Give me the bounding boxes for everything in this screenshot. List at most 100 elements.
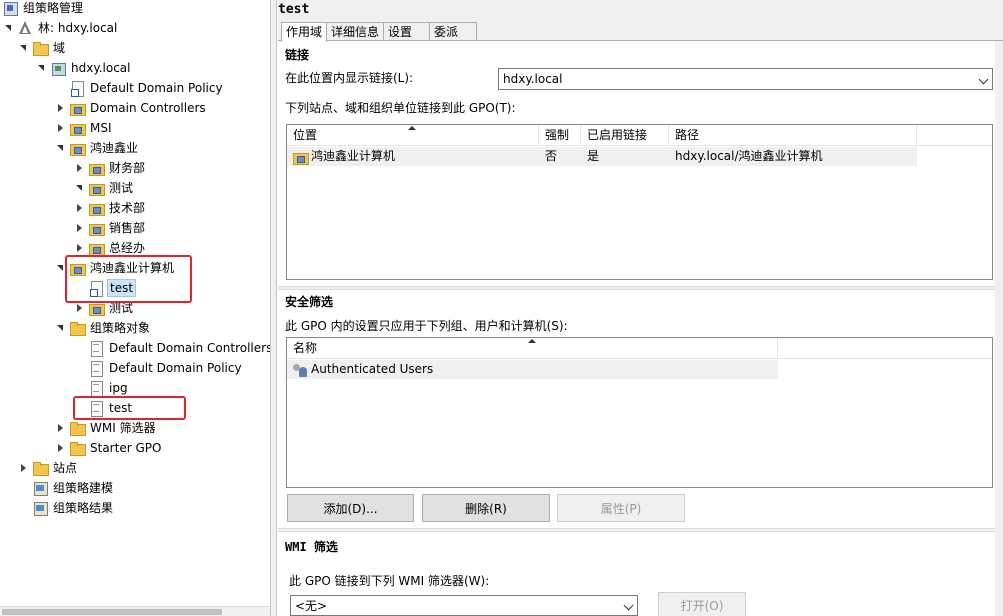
col-header-location[interactable]: 位置	[287, 125, 539, 146]
scope-tab-content: 链接 在此位置内显示链接(L): hdxy.local 下列站点、域和组织单位链…	[278, 40, 1003, 616]
tree-item-test-link[interactable]: test	[73, 278, 137, 298]
links-list-label: 下列站点、域和组织单位链接到此 GPO(T):	[285, 101, 516, 115]
console-tree[interactable]: 组策略管理 林: hdxy.local 域 hdxy.local Default…	[0, 0, 270, 616]
users-group-icon	[292, 362, 308, 378]
ou-icon	[88, 220, 105, 236]
collapse-toggle[interactable]	[73, 162, 85, 174]
tree-item-domain-hdxy[interactable]: hdxy.local	[35, 58, 133, 78]
tree-item-domain-controllers[interactable]: Domain Controllers	[54, 98, 208, 118]
collapse-toggle[interactable]	[73, 242, 85, 254]
details-pane: test 作用域 详细信息 设置 委派 链接 在此位置内显示链接(L): hdx…	[278, 0, 1003, 616]
expand-toggle[interactable]	[17, 42, 29, 54]
expand-toggle[interactable]	[73, 182, 85, 194]
tab-settings[interactable]: 设置	[383, 22, 431, 41]
tree-item-gpo-ipg[interactable]: ipg	[73, 378, 130, 398]
ou-icon	[292, 149, 309, 165]
tree-item-finance[interactable]: 财务部	[73, 158, 147, 178]
gpo-icon	[88, 400, 104, 417]
tab-details[interactable]: 详细信息	[326, 22, 385, 41]
table-row[interactable]: 鸿迪鑫业计算机 否 是 hdxy.local/鸿迪鑫业计算机	[287, 147, 917, 166]
tree-item-gpo-default-domain[interactable]: Default Domain Policy	[73, 358, 244, 378]
wmi-filter-value: <无>	[295, 599, 328, 613]
ou-icon	[69, 100, 86, 116]
tree-item-test-ou-sub[interactable]: 测试	[73, 178, 135, 198]
col-header-name[interactable]: 名称	[287, 338, 778, 359]
properties-button[interactable]: 属性(P)	[557, 494, 685, 522]
tree-item-gpo-default-dc[interactable]: Default Domain Controllers	[73, 338, 270, 358]
expand-toggle[interactable]	[35, 62, 47, 74]
folder-icon	[69, 420, 86, 436]
collapse-toggle[interactable]	[54, 122, 66, 134]
ou-icon	[69, 120, 86, 136]
row-link-enabled: 是	[587, 149, 600, 163]
tree-item-gpo-test[interactable]: test	[73, 398, 134, 418]
links-heading: 链接	[285, 48, 310, 62]
col-header-link-enabled[interactable]: 已启用链接	[581, 125, 669, 146]
tree-item-domains[interactable]: 域	[17, 38, 67, 58]
row-path: hdxy.local/鸿迪鑫业计算机	[675, 149, 823, 163]
results-icon	[32, 500, 48, 516]
table-row[interactable]: Authenticated Users	[287, 360, 778, 379]
wmi-filter-dropdown[interactable]: <无>	[290, 595, 638, 616]
expand-toggle[interactable]	[2, 22, 14, 34]
wmi-filtering-description: 此 GPO 链接到下列 WMI 筛选器(W):	[289, 574, 490, 588]
tree-item-gp-results[interactable]: 组策略结果	[17, 498, 115, 518]
domain-icon	[50, 60, 66, 76]
tree-item-starter-gpo[interactable]: Starter GPO	[54, 438, 163, 458]
tree-item-gm-office[interactable]: 总经办	[73, 238, 147, 258]
collapse-toggle[interactable]	[17, 462, 29, 474]
scrollbar-thumb[interactable]	[2, 609, 222, 615]
gpo-folder-icon	[69, 320, 86, 336]
location-dropdown[interactable]: hdxy.local	[498, 68, 993, 90]
tree-horizontal-scrollbar[interactable]	[0, 606, 270, 616]
ou-icon	[69, 260, 86, 276]
tab-delegation[interactable]: 委派	[429, 22, 478, 41]
tree-item-msi[interactable]: MSI	[54, 118, 114, 138]
wmi-filtering-heading: WMI 筛选	[285, 540, 338, 554]
tree-item-gp-modeling[interactable]: 组策略建模	[17, 478, 115, 498]
collapse-toggle[interactable]	[54, 102, 66, 114]
tree-item-default-domain-policy-link[interactable]: Default Domain Policy	[54, 78, 225, 98]
col-header-enforced[interactable]: 强制	[539, 125, 581, 146]
tree-item-hdxy-computers[interactable]: 鸿迪鑫业计算机	[54, 258, 176, 278]
open-button[interactable]: 打开(O)	[658, 592, 746, 616]
col-header-path[interactable]: 路径	[669, 125, 917, 146]
tree-item-forest[interactable]: 林: hdxy.local	[2, 18, 119, 38]
tree-item-hdxy-ou[interactable]: 鸿迪鑫业	[54, 138, 140, 158]
tree-item-test-ou[interactable]: 测试	[73, 298, 135, 318]
add-button[interactable]: 添加(D)...	[287, 494, 414, 522]
gpm-icon	[2, 0, 18, 16]
ou-icon	[88, 180, 105, 196]
tree-item-gpo-container[interactable]: 组策略对象	[54, 318, 152, 338]
collapse-toggle[interactable]	[73, 202, 85, 214]
gpo-title: test	[278, 2, 310, 17]
tree-item-tech[interactable]: 技术部	[73, 198, 147, 218]
links-list[interactable]: 位置 强制 已启用链接 路径 鸿迪鑫业计算机 否 是 hdxy.local/鸿迪…	[286, 124, 993, 280]
expand-toggle[interactable]	[54, 142, 66, 154]
sites-icon	[32, 460, 49, 476]
expand-toggle[interactable]	[54, 322, 66, 334]
gpo-link-icon	[69, 80, 85, 97]
security-filtering-heading: 安全筛选	[285, 295, 334, 309]
security-filtering-description: 此 GPO 内的设置只应用于下列组、用户和计算机(S):	[285, 319, 568, 333]
location-label: 在此位置内显示链接(L):	[285, 71, 414, 85]
modeling-icon	[32, 480, 48, 496]
sort-ascending-icon	[528, 339, 536, 343]
domains-folder-icon	[32, 40, 49, 56]
collapse-toggle[interactable]	[73, 302, 85, 314]
tab-scope[interactable]: 作用域	[281, 22, 328, 42]
remove-button[interactable]: 删除(R)	[422, 494, 550, 522]
collapse-toggle[interactable]	[54, 442, 66, 454]
tree-item-sites[interactable]: 站点	[17, 458, 79, 478]
security-filter-list[interactable]: 名称 Authenticated Users	[286, 337, 993, 488]
details-vertical-scrollbar[interactable]	[995, 41, 1003, 616]
tree-item-gpm-root[interactable]: 组策略管理	[2, 0, 85, 18]
chevron-down-icon	[978, 74, 989, 85]
collapse-toggle[interactable]	[54, 422, 66, 434]
expand-toggle[interactable]	[54, 262, 66, 274]
ou-icon	[69, 140, 86, 156]
collapse-toggle[interactable]	[73, 222, 85, 234]
tree-item-wmi-filters[interactable]: WMI 筛选器	[54, 418, 158, 438]
pane-splitter[interactable]	[270, 0, 277, 616]
tree-item-sales[interactable]: 销售部	[73, 218, 147, 238]
